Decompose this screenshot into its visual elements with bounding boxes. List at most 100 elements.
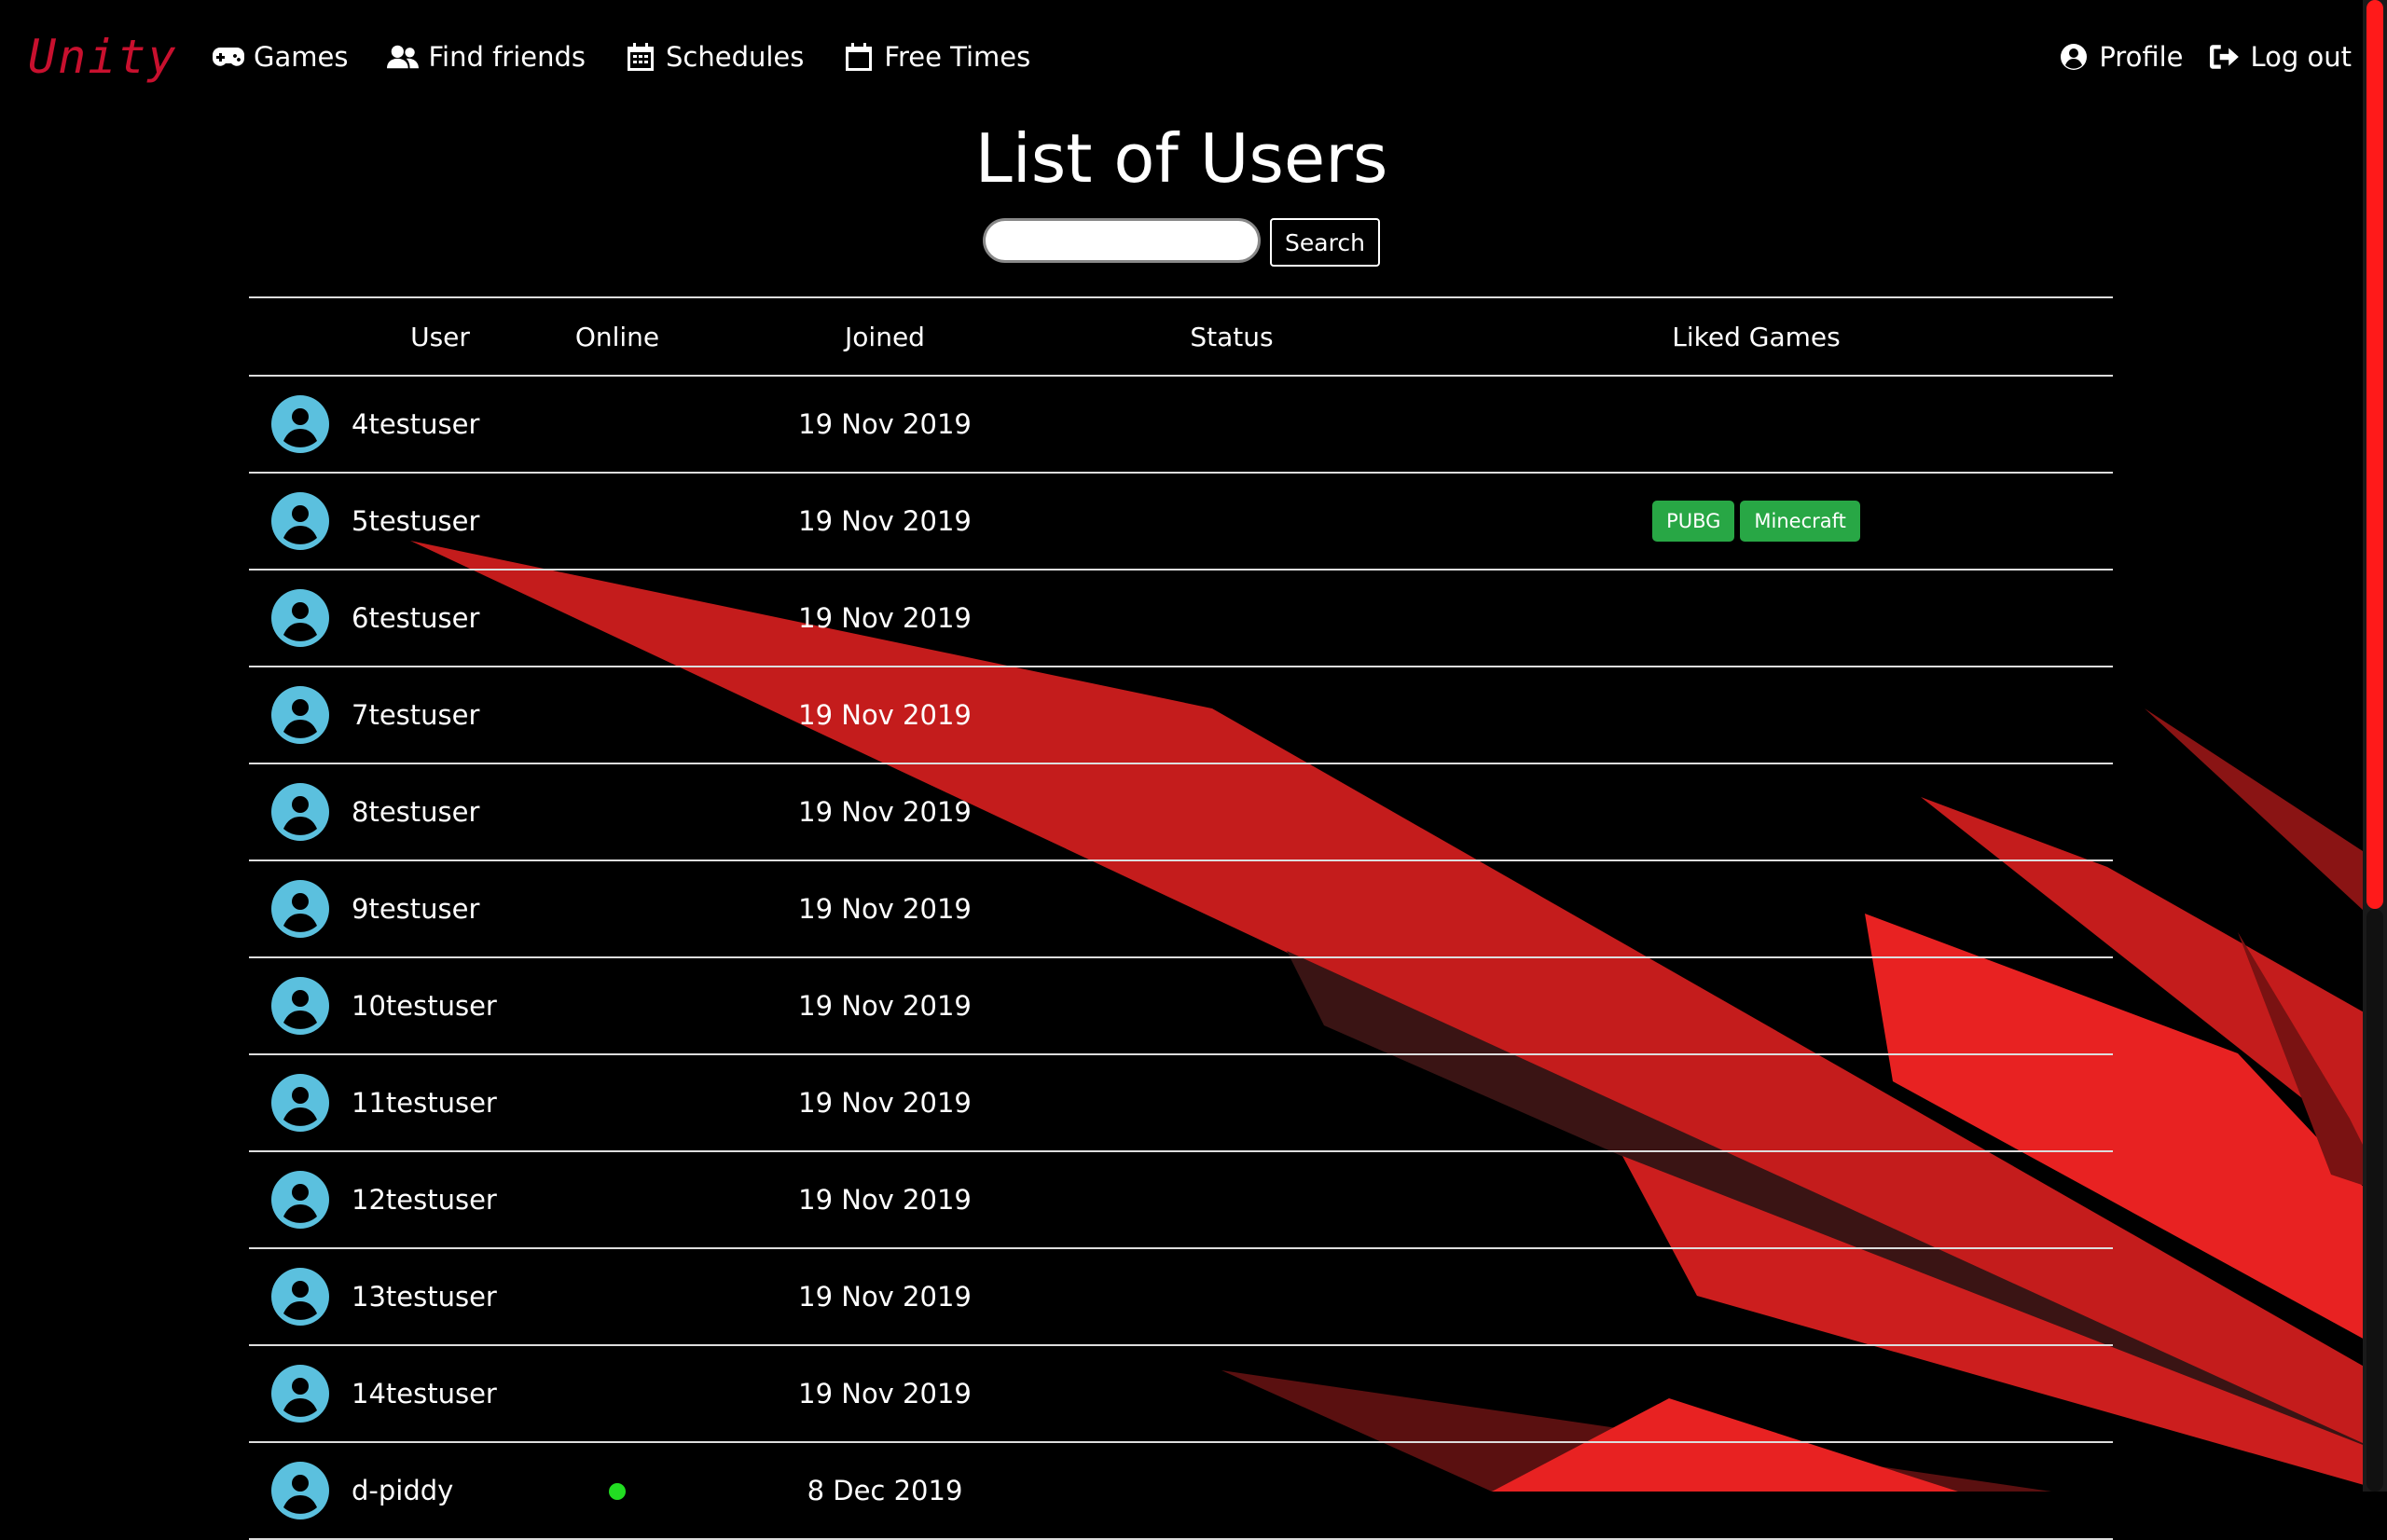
nav-find-friends-link[interactable]: Find friends [387,41,586,73]
table-row[interactable]: 12testuser 19 Nov 2019 [249,1151,2113,1249]
joined-date: 19 Nov 2019 [706,763,1064,861]
table-row[interactable]: 13testuser 19 Nov 2019 [249,1248,2113,1346]
joined-date: 19 Nov 2019 [706,1248,1064,1346]
nav-profile-label: Profile [2099,41,2184,73]
nav-profile-link[interactable]: Profile [2058,41,2183,73]
table-header-row: User Online Joined Status Liked Games [249,296,2113,377]
avatar-cell [249,570,352,667]
status-cell [1064,376,1400,474]
nav-right: Profile Log out [2058,41,2352,73]
status-cell [1064,570,1400,667]
avatar-cell [249,473,352,571]
username[interactable]: 8testuser [352,763,529,861]
avatar-icon[interactable] [249,1461,352,1520]
username[interactable]: 12testuser [352,1151,529,1249]
scrollbar[interactable] [2363,0,2387,1492]
navbar: Unity Games Find friends Schedules Free … [0,0,2363,121]
liked-games-cell [1400,763,2113,861]
status-cell [1064,763,1400,861]
online-cell [529,473,706,571]
username[interactable]: d-piddy [352,1442,529,1540]
liked-games-cell [1400,957,2113,1055]
avatar-icon[interactable] [249,1073,352,1133]
status-cell [1064,1054,1400,1152]
joined-date: 8 Dec 2019 [706,1442,1064,1540]
online-cell [529,957,706,1055]
online-cell [529,376,706,474]
username[interactable]: 11testuser [352,1054,529,1152]
username[interactable]: 6testuser [352,570,529,667]
avatar-cell [249,1151,352,1249]
nav-logout-link[interactable]: Log out [2209,41,2352,73]
table-row[interactable]: 7testuser 19 Nov 2019 [249,667,2113,764]
table-row[interactable]: 8testuser 19 Nov 2019 [249,763,2113,861]
avatar-icon[interactable] [249,879,352,939]
username[interactable]: 9testuser [352,860,529,958]
liked-games-cell [1400,1442,2113,1540]
table-row[interactable]: 10testuser 19 Nov 2019 [249,957,2113,1055]
avatar-icon[interactable] [249,1267,352,1327]
avatar-cell [249,1054,352,1152]
table-row[interactable]: 6testuser 19 Nov 2019 [249,570,2113,667]
joined-date: 19 Nov 2019 [706,1345,1064,1443]
nav-find-friends-label: Find friends [428,41,586,73]
page-title: List of Users [974,119,1388,198]
username[interactable]: 13testuser [352,1248,529,1346]
avatar-cell [249,1248,352,1346]
online-cell [529,1442,706,1540]
status-cell [1064,957,1400,1055]
header-status: Status [1064,296,1400,377]
avatar-icon[interactable] [249,976,352,1036]
avatar-icon[interactable] [249,491,352,551]
scrollbar-thumb[interactable] [2366,0,2383,909]
avatar-icon[interactable] [249,685,352,745]
table-row[interactable]: 14testuser 19 Nov 2019 [249,1345,2113,1443]
username[interactable]: 4testuser [352,376,529,474]
nav-free-times-link[interactable]: Free Times [843,41,1030,73]
table-row[interactable]: 11testuser 19 Nov 2019 [249,1054,2113,1152]
username[interactable]: 7testuser [352,667,529,764]
avatar-icon[interactable] [249,1170,352,1230]
status-cell [1064,860,1400,958]
joined-date: 19 Nov 2019 [706,473,1064,571]
table-row[interactable]: 9testuser 19 Nov 2019 [249,860,2113,958]
status-cell [1064,667,1400,764]
nav-games-link[interactable]: Games [213,41,348,73]
search-bar: Search [0,218,2363,267]
username[interactable]: 14testuser [352,1345,529,1443]
table-row[interactable]: d-piddy 8 Dec 2019 [249,1442,2113,1540]
online-cell [529,1054,706,1152]
status-cell [1064,1151,1400,1249]
users-icon [387,45,420,69]
table-body: 4testuser 19 Nov 2019 5testuser 19 Nov 2019… [249,376,2113,1540]
nav-schedules-link[interactable]: Schedules [625,41,804,73]
avatar-icon[interactable] [249,394,352,454]
liked-games-cell [1400,667,2113,764]
online-cell [529,1248,706,1346]
avatar-cell [249,957,352,1055]
header-online: Online [529,296,706,377]
avatar-icon[interactable] [249,782,352,842]
username[interactable]: 10testuser [352,957,529,1055]
online-indicator-icon [609,1483,626,1500]
online-cell [529,1345,706,1443]
joined-date: 19 Nov 2019 [706,570,1064,667]
calendar-grid-icon [628,43,655,71]
search-input[interactable] [983,218,1262,263]
nav-schedules-label: Schedules [666,41,805,73]
joined-date: 19 Nov 2019 [706,860,1064,958]
header-liked-games: Liked Games [1400,296,2113,377]
table-row[interactable]: 5testuser 19 Nov 2019 PUBG Minecraft [249,473,2113,571]
game-badge[interactable]: Minecraft [1740,501,1860,542]
brand-logo[interactable]: Unity [28,30,178,84]
liked-games-cell [1400,1151,2113,1249]
avatar-icon[interactable] [249,588,352,648]
liked-games-cell [1400,1054,2113,1152]
table-row[interactable]: 4testuser 19 Nov 2019 [249,376,2113,474]
search-button[interactable]: Search [1270,218,1380,267]
game-badge[interactable]: PUBG [1652,501,1735,542]
avatar-icon[interactable] [249,1364,352,1423]
status-cell [1064,1345,1400,1443]
nav-games-label: Games [254,41,349,73]
username[interactable]: 5testuser [352,473,529,571]
